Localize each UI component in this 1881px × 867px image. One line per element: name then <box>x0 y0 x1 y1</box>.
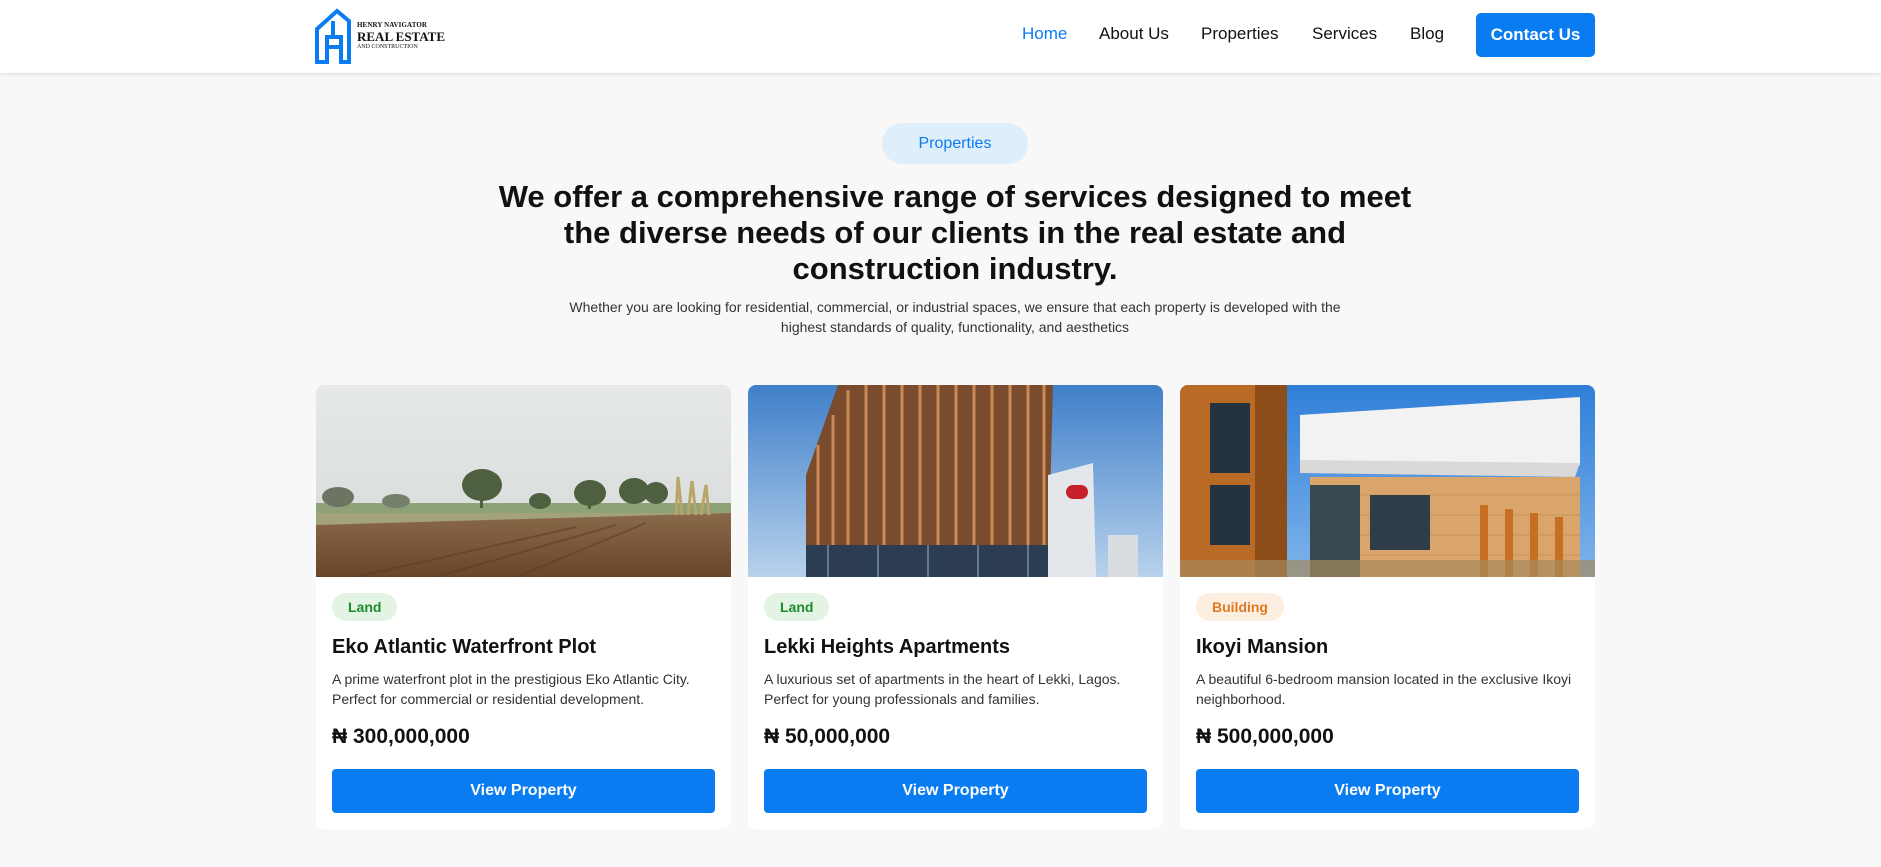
property-image-farmland <box>316 385 731 577</box>
building-logo-icon <box>315 8 351 64</box>
property-image-office-building <box>748 385 1163 577</box>
property-card: Land Eko Atlantic Waterfront Plot A prim… <box>316 385 731 829</box>
brand-logo[interactable]: HENRY NAVIGATOR REAL ESTATE AND CONSTRUC… <box>313 7 445 64</box>
property-price: ₦ 300,000,000 <box>332 725 470 748</box>
property-description: A luxurious set of apartments in the hea… <box>764 671 1121 707</box>
section-subtext: Whether you are looking for residential,… <box>569 299 1341 335</box>
property-title: Lekki Heights Apartments <box>764 636 1010 658</box>
category-badge: Building <box>1196 593 1284 621</box>
nav-about-us[interactable]: About Us <box>1099 24 1169 44</box>
property-title: Ikoyi Mansion <box>1196 636 1329 658</box>
view-property-button[interactable]: View Property <box>764 769 1147 813</box>
site-header: HENRY NAVIGATOR REAL ESTATE AND CONSTRUC… <box>0 0 1881 73</box>
nav-services[interactable]: Services <box>1312 24 1377 44</box>
section-headline: We offer a comprehensive range of servic… <box>498 179 1412 286</box>
property-price: ₦ 50,000,000 <box>764 725 891 748</box>
view-property-button[interactable]: View Property <box>1196 769 1579 813</box>
property-card: Building Ikoyi Mansion A beautiful 6-bed… <box>1180 385 1595 829</box>
nav-properties[interactable]: Properties <box>1201 24 1278 44</box>
property-price: ₦ 500,000,000 <box>1196 725 1334 748</box>
category-badge: Land <box>764 593 830 621</box>
brand-wordmark: HENRY NAVIGATOR REAL ESTATE AND CONSTRUC… <box>357 20 446 50</box>
contact-us-button[interactable]: Contact Us <box>1476 13 1595 57</box>
category-badge: Land <box>332 593 398 621</box>
view-property-button[interactable]: View Property <box>332 769 715 813</box>
brand-line-2: REAL ESTATE <box>357 28 446 44</box>
brand-line-3: AND CONSTRUCTION <box>357 43 418 50</box>
brand-line-1: HENRY NAVIGATOR <box>357 20 428 29</box>
section-pill: Properties <box>882 123 1028 164</box>
property-image-house <box>1180 385 1595 577</box>
property-title: Eko Atlantic Waterfront Plot <box>332 636 597 658</box>
nav-blog[interactable]: Blog <box>1410 24 1444 44</box>
property-description: A beautiful 6-bedroom mansion located in… <box>1196 671 1572 707</box>
property-card: Land Lekki Heights Apartments A luxuriou… <box>748 385 1163 829</box>
nav-home[interactable]: Home <box>1022 24 1067 44</box>
property-description: A prime waterfront plot in the prestigio… <box>332 671 690 707</box>
